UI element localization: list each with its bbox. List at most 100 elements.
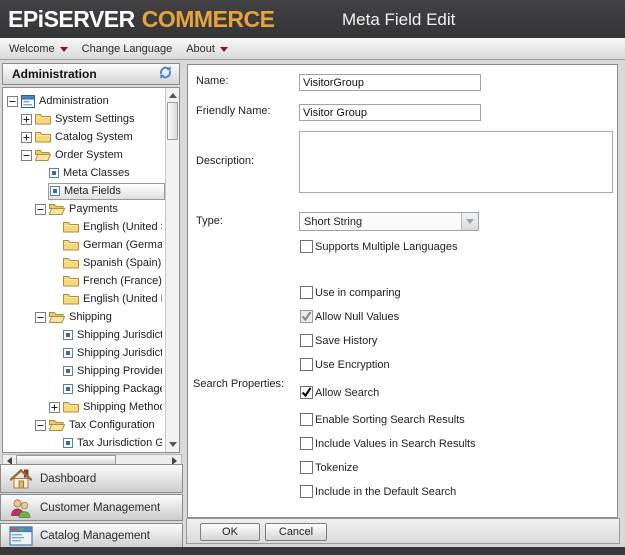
search-properties-label: Search Properties: (193, 378, 284, 390)
collapse-icon[interactable] (35, 420, 48, 431)
friendly-name-input[interactable] (299, 104, 481, 121)
sidebar-panel-customer-management[interactable]: Customer Management (0, 494, 183, 521)
description-textarea[interactable] (299, 131, 613, 193)
tree-item-english-united-sta[interactable]: English (United Sta (49, 218, 165, 236)
leaf-icon (63, 438, 73, 448)
expand-icon[interactable] (49, 402, 62, 413)
tree-item-catalog-system[interactable]: Catalog System (21, 128, 165, 146)
tree-item-label: Order System (55, 149, 123, 161)
menu-item-label: Welcome (9, 43, 55, 55)
tree-item-body: Shipping Jurisdicti (62, 345, 165, 362)
tree-item-body: Meta Classes (48, 165, 165, 182)
ok-button[interactable]: OK (200, 523, 260, 541)
checkbox-row-include-values-in-search-results: Include Values in Search Results (300, 437, 476, 450)
sidebar-header: Administration (2, 63, 180, 85)
tree-item-shipping-jurisdicti[interactable]: Shipping Jurisdicti (49, 326, 165, 344)
checkbox-enable-sorting-search-results[interactable] (300, 413, 313, 426)
folder-icon (35, 131, 51, 143)
menu-item-change-language[interactable]: Change Language (75, 38, 180, 59)
name-input[interactable] (299, 74, 481, 91)
tree-item-shipping-jurisdicti[interactable]: Shipping Jurisdicti (49, 344, 165, 362)
tree-item-shipping-providers[interactable]: Shipping Providers (49, 362, 165, 380)
menu-item-welcome[interactable]: Welcome (2, 38, 75, 59)
tree-item-label: Administration (39, 95, 109, 107)
form-footer: OK Cancel (186, 518, 620, 544)
tree-item-system-settings[interactable]: System Settings (21, 110, 165, 128)
collapse-icon[interactable] (35, 312, 48, 323)
checkbox-include-values-in-search-results[interactable] (300, 437, 313, 450)
tree-item-meta-fields[interactable]: Meta Fields (35, 182, 165, 200)
refresh-icon[interactable] (158, 65, 173, 83)
logo-commerce: COMMERCE (142, 6, 275, 32)
tree-item-body: German (Germany (62, 237, 165, 254)
tree-item-body: Meta Fields (48, 183, 165, 200)
dropdown-arrow-icon (220, 47, 228, 52)
name-label: Name: (196, 75, 228, 87)
description-label: Description: (196, 155, 254, 167)
tree-item-label: Catalog System (55, 131, 133, 143)
checkbox-label: Allow Search (315, 387, 379, 399)
checkbox-allow-null-values[interactable] (300, 310, 313, 323)
collapse-icon[interactable] (35, 204, 48, 215)
expand-icon[interactable] (21, 114, 34, 125)
select-dropdown-button[interactable] (461, 213, 478, 230)
tree-item-english-united-kin[interactable]: English (United Kin (49, 290, 165, 308)
cancel-button[interactable]: Cancel (265, 523, 327, 541)
menu-item-about[interactable]: About (179, 38, 235, 59)
checkbox-row-enable-sorting-search-results: Enable Sorting Search Results (300, 413, 465, 426)
tree-item-meta-classes[interactable]: Meta Classes (35, 164, 165, 182)
folder-icon (63, 401, 79, 413)
tree-vertical-scrollbar[interactable] (165, 88, 179, 452)
tree-item-label: Payments (69, 203, 118, 215)
expand-icon[interactable] (21, 132, 34, 143)
folder-open-icon (49, 311, 65, 323)
tree-item-shipping-methods[interactable]: Shipping Methods (49, 398, 165, 416)
collapse-icon[interactable] (7, 96, 20, 107)
tree-item-body: Shipping Providers (62, 363, 165, 380)
tree-item-shipping[interactable]: Shipping (35, 308, 165, 326)
checkbox-row-allow-null-values: Allow Null Values (300, 310, 399, 323)
tree-item-administration[interactable]: Administration (7, 92, 165, 110)
checkbox-label: Use in comparing (315, 287, 401, 299)
checkbox-row-include-in-the-default-search: Include in the Default Search (300, 485, 456, 498)
tree-item-tax-configuration[interactable]: Tax Configuration (35, 416, 165, 434)
sidebar-panel-dashboard[interactable]: Dashboard (0, 464, 183, 493)
checkbox-include-in-the-default-search[interactable] (300, 485, 313, 498)
collapse-icon[interactable] (21, 150, 34, 161)
tree-item-payments[interactable]: Payments (35, 200, 165, 218)
tree-item-label: Shipping Jurisdicti (77, 347, 162, 359)
checkbox-label: Use Encryption (315, 359, 390, 371)
checkbox-supports-multiple-languages[interactable] (300, 240, 313, 253)
checkbox-row-allow-search: Allow Search (300, 386, 379, 399)
logo-episerver: EPiSERVER (8, 6, 135, 32)
page-title: Meta Field Edit (342, 10, 455, 30)
tree-item-tax-jurisdiction-gr[interactable]: Tax Jurisdiction Gr (49, 434, 165, 452)
checkbox-tokenize[interactable] (300, 461, 313, 474)
checkbox-label: Allow Null Values (315, 311, 399, 323)
scroll-down-icon[interactable] (169, 442, 177, 447)
scroll-up-icon[interactable] (169, 93, 177, 98)
leaf-icon (49, 168, 59, 178)
checkbox-row-use-encryption: Use Encryption (300, 358, 390, 371)
tree-item-body: System Settings (34, 111, 165, 128)
checkbox-use-encryption[interactable] (300, 358, 313, 371)
checkbox-allow-search[interactable] (300, 386, 313, 399)
tree-item-body: Shipping (48, 309, 165, 326)
type-select[interactable]: Short String (299, 212, 479, 231)
tree-item-label: Shipping (69, 311, 112, 323)
tree-item-body: Shipping Methods (62, 399, 165, 416)
leaf-icon (63, 384, 73, 394)
tree-item-german-germany[interactable]: German (Germany (49, 236, 165, 254)
vertical-scroll-thumb[interactable] (167, 102, 178, 140)
leaf-icon (50, 186, 60, 196)
tree-item-spanish-spain[interactable]: Spanish (Spain) (49, 254, 165, 272)
episerver-commerce-logo: EPiSERVER COMMERCE (8, 6, 274, 33)
tree-item-label: English (United Kin (83, 293, 162, 305)
checkbox-save-history[interactable] (300, 334, 313, 347)
tree-item-french-france[interactable]: French (France) (49, 272, 165, 290)
tree-item-shipping-packages[interactable]: Shipping Packages (49, 380, 165, 398)
tree-item-order-system[interactable]: Order System (21, 146, 165, 164)
sidebar-panel-catalog-management[interactable]: Catalog Management (0, 523, 183, 549)
checkbox-use-in-comparing[interactable] (300, 286, 313, 299)
checkbox-row-use-in-comparing: Use in comparing (300, 286, 401, 299)
